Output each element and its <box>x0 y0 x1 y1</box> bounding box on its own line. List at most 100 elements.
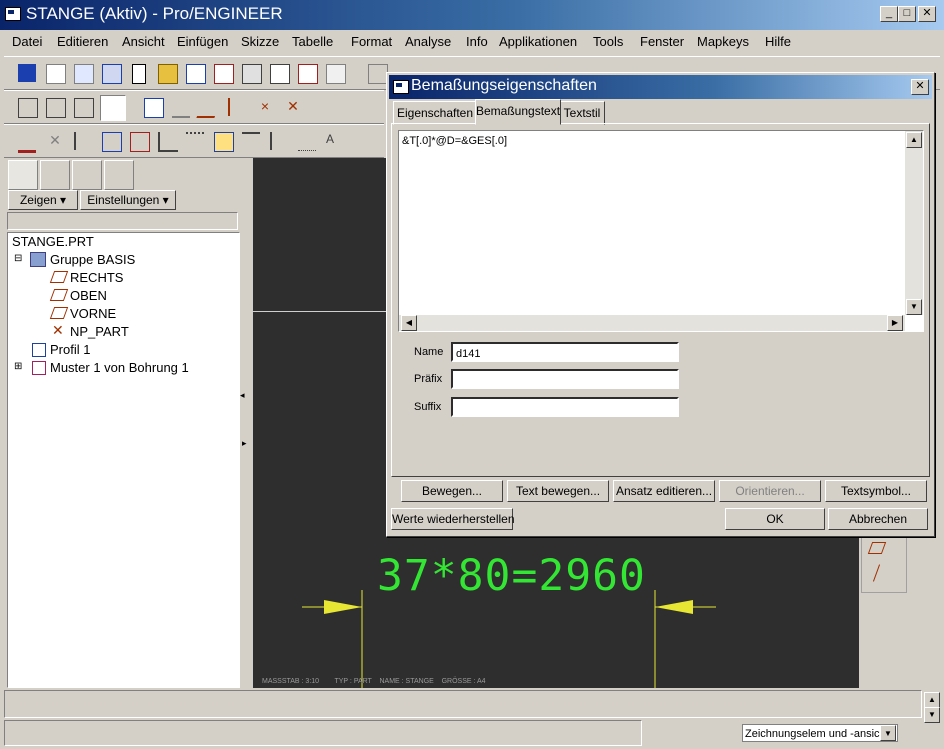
datum-point-icon[interactable]: × <box>256 98 274 116</box>
dimension-icon[interactable] <box>18 132 36 153</box>
lock-icon[interactable] <box>158 132 178 152</box>
navigator-splitter[interactable]: ◂ ▸ <box>240 380 247 470</box>
save-icon[interactable] <box>18 64 36 82</box>
datum-plane-icon[interactable] <box>196 98 222 118</box>
mail-icon[interactable] <box>298 64 318 84</box>
bewegen-button[interactable]: Bewegen... <box>401 480 503 502</box>
tab-connections[interactable] <box>104 160 134 190</box>
datum-plane-icon[interactable] <box>867 542 887 554</box>
scroll-left-button[interactable]: ◀ <box>401 315 417 331</box>
scroll-down-button[interactable]: ▼ <box>906 299 922 315</box>
expand-icon[interactable]: ⊟ <box>14 253 22 264</box>
tab-model-tree[interactable] <box>8 160 38 190</box>
tree-item-oben[interactable]: OBEN <box>70 288 107 303</box>
menu-ansicht[interactable]: Ansicht <box>122 34 165 49</box>
undo-icon[interactable] <box>368 64 388 84</box>
expand-icon[interactable]: ⊞ <box>14 361 22 372</box>
menu-applikationen[interactable]: Applikationen <box>499 34 577 49</box>
switch-icon[interactable] <box>102 132 122 152</box>
datum-axis-icon[interactable] <box>872 564 881 582</box>
dimension-text[interactable]: 37*80=2960 <box>377 551 646 601</box>
save-as-icon[interactable] <box>186 64 206 84</box>
werte-wiederherstellen-button[interactable]: Werte wiederherstellen <box>391 508 515 530</box>
minimize-button[interactable]: _ <box>880 6 898 22</box>
shading-icon[interactable] <box>100 95 126 121</box>
zeigen-dropdown[interactable]: Zeigen ▾ <box>8 190 78 210</box>
no-hidden-icon[interactable] <box>74 98 94 118</box>
vertical-scrollbar[interactable] <box>905 131 923 315</box>
scroll-up-button[interactable]: ▲ <box>906 132 922 148</box>
dialog-close-button[interactable]: ✕ <box>911 79 929 95</box>
horizontal-scrollbar[interactable] <box>399 315 905 331</box>
menu-tabelle[interactable]: Tabelle <box>292 34 333 49</box>
tree-item-rechts[interactable]: RECHTS <box>70 270 123 285</box>
einstellungen-dropdown[interactable]: Einstellungen ▾ <box>80 190 176 210</box>
menu-fenster[interactable]: Fenster <box>640 34 684 49</box>
tab-eigenschaften[interactable]: Eigenschaften <box>393 101 477 125</box>
text-bewegen-button[interactable]: Text bewegen... <box>507 480 609 502</box>
backup-icon[interactable] <box>74 64 94 84</box>
show-annotations-icon[interactable] <box>214 132 234 152</box>
align-vertical-icon[interactable] <box>270 132 290 150</box>
menu-editieren[interactable]: Editieren <box>57 34 108 49</box>
axis-display-icon[interactable] <box>172 98 190 118</box>
datum-axis-icon[interactable] <box>228 98 248 116</box>
print-preview-icon[interactable] <box>270 64 290 84</box>
tree-item-profil-1[interactable]: Profil 1 <box>50 342 90 357</box>
selection-filter-select[interactable]: Zeichnungselem und -ansic <box>742 724 898 742</box>
tree-root[interactable]: STANGE.PRT <box>12 234 94 249</box>
align-horizontal-icon[interactable] <box>242 132 260 152</box>
menu-skizze[interactable]: Skizze <box>241 34 279 49</box>
prefix-field[interactable] <box>451 369 679 389</box>
menu-einfuegen[interactable]: Einfügen <box>177 34 228 49</box>
hidden-line-icon[interactable] <box>46 98 66 118</box>
tab-folder-browser[interactable] <box>40 160 70 190</box>
dialog-icon <box>393 80 409 94</box>
move-icon[interactable] <box>130 132 150 152</box>
ok-button[interactable]: OK <box>725 508 825 530</box>
send-icon[interactable] <box>326 64 346 84</box>
suffix-field[interactable] <box>451 397 679 417</box>
abbrechen-button[interactable]: Abbrechen <box>828 508 928 530</box>
save-copy-icon[interactable] <box>46 64 66 84</box>
export-icon[interactable] <box>214 64 234 84</box>
menu-tools[interactable]: Tools <box>593 34 623 49</box>
jog-icon[interactable] <box>74 132 94 150</box>
tab-favorites[interactable] <box>72 160 102 190</box>
tree-item-muster-1[interactable]: Muster 1 von Bohrung 1 <box>50 360 189 375</box>
layers-icon[interactable] <box>102 64 122 84</box>
print-icon[interactable] <box>242 64 262 84</box>
textsymbol-button[interactable]: Textsymbol... <box>825 480 927 502</box>
orientieren-button[interactable]: Orientieren... <box>719 480 821 502</box>
grid-icon[interactable] <box>298 132 316 151</box>
delete-icon[interactable]: ✕ <box>46 132 64 150</box>
tree-item-gruppe-basis[interactable]: Gruppe BASIS <box>50 252 135 267</box>
tab-textstil[interactable]: Textstil <box>559 101 605 125</box>
dimension-text-area[interactable]: &T[.0]*@D=&GES[.0] ▲ ▼ ◀ ▶ <box>398 130 924 332</box>
scroll-right-button[interactable]: ▶ <box>887 315 903 331</box>
tree-filter-field[interactable] <box>7 212 238 230</box>
name-field[interactable]: d141 <box>451 342 679 362</box>
table-icon[interactable] <box>186 132 204 152</box>
menu-mapkeys[interactable]: Mapkeys <box>697 34 749 49</box>
wireframe-icon[interactable] <box>18 98 38 118</box>
menu-datei[interactable]: Datei <box>12 34 42 49</box>
chevron-down-icon[interactable]: ▼ <box>880 725 896 741</box>
menu-analyse[interactable]: Analyse <box>405 34 451 49</box>
text-style-icon[interactable]: A <box>326 132 344 150</box>
tab-bemassungstext[interactable]: Bemaßungstext <box>475 99 561 125</box>
menu-format[interactable]: Format <box>351 34 392 49</box>
group-icon <box>30 252 46 267</box>
menu-info[interactable]: Info <box>466 34 488 49</box>
close-button[interactable]: ✕ <box>918 6 936 22</box>
ansatz-editieren-button[interactable]: Ansatz editieren... <box>613 480 715 502</box>
model-tree-icon[interactable] <box>144 98 164 118</box>
new-file-icon[interactable] <box>132 64 146 84</box>
coordinate-system-icon[interactable]: ✕ <box>284 98 302 116</box>
open-folder-icon[interactable] <box>158 64 178 84</box>
tree-item-np-part[interactable]: NP_PART <box>70 324 129 339</box>
tree-item-vorne[interactable]: VORNE <box>70 306 116 321</box>
maximize-button[interactable]: □ <box>898 6 916 22</box>
menu-hilfe[interactable]: Hilfe <box>765 34 791 49</box>
sketch-icon <box>32 343 46 357</box>
